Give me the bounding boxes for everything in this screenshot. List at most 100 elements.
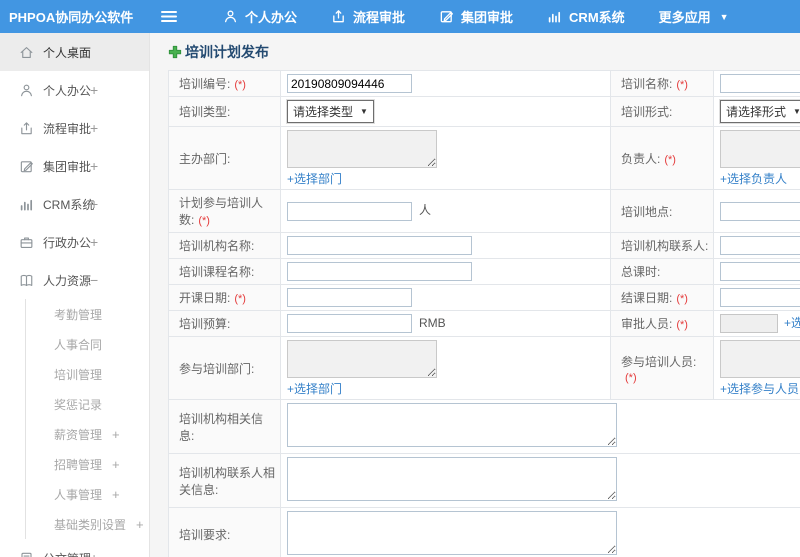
org-contact-info-textarea[interactable] [287,457,617,502]
nav-item-workflow-approval[interactable]: 流程审批 [314,0,422,33]
expand-toggle-icon[interactable]: − [90,272,98,288]
edit-icon [19,159,34,174]
training-requirements-label-cell: 培训要求: [168,507,281,557]
training-form-label-cell: 培训形式: [610,96,714,127]
sidebar-subitem-hr-contract[interactable]: 人事合同 [26,329,149,359]
add-plus-icon [168,45,182,59]
sidebar-subitem-attendance[interactable]: 考勤管理 [26,299,149,329]
select-approver-link[interactable]: +选择审批人员 [784,316,800,330]
approvers-input[interactable] [720,314,778,334]
training-form-label: 培训形式: [621,105,673,119]
org-contact-control-cell [713,232,800,259]
host-department-label: 主办部门: [179,151,231,166]
course-name-input[interactable] [287,262,472,281]
sidebar-subitem-base-category[interactable]: 基础类别设置 + [26,509,149,539]
training-type-label: 培训类型: [179,105,231,119]
participants-label-cell: 参与培训人员: (*) [610,336,714,401]
sidebar-subitem-reward-record[interactable]: 奖惩记录 [26,389,149,419]
sidebar-subitem-personnel[interactable]: 人事管理 + [26,479,149,509]
expand-toggle-icon[interactable]: + [112,427,120,442]
org-contact-input[interactable] [720,236,800,255]
participating-departments-label: 参与培训部门: [179,361,255,376]
total-hours-control-cell [713,258,800,285]
sidebar-subitem-training[interactable]: 培训管理 [26,359,149,389]
sidebar-item-personal-office[interactable]: 个人办公 + [0,71,149,109]
nav-item-label: 更多应用 [658,10,711,25]
participating-departments-textarea[interactable] [287,340,437,379]
sidebar-item-human-resources[interactable]: 人力资源 − [0,261,149,299]
select-department-link[interactable]: +选择部门 [287,382,342,396]
person-icon [19,83,34,98]
top-bar: PHPOA协同办公软件 个人办公 流程审批 集团审批 CRM系统 更多应用 ▼ [0,0,800,33]
training-location-label: 培训地点: [621,204,673,219]
sidebar-subitem-salary[interactable]: 薪资管理 + [26,419,149,449]
nav-item-group-approval[interactable]: 集团审批 [422,0,530,33]
form-row: 培训预算: RMB 审批人员:(*) +选择审批人员 [168,309,800,338]
expand-toggle-icon[interactable]: + [90,234,98,250]
required-marker: (*) [664,153,676,166]
start-date-input[interactable] [287,288,412,307]
sidebar-item-label: 流程审批 [43,121,92,136]
expand-toggle-icon[interactable]: + [112,457,120,472]
training-type-select[interactable]: 请选择类型 ▼ [286,99,375,124]
training-number-input[interactable] [287,74,412,93]
org-info-textarea[interactable] [287,403,617,448]
total-hours-input[interactable] [720,262,800,281]
end-date-label: 结课日期: [621,291,673,305]
nav-item-label: 集团审批 [461,10,514,25]
end-date-input[interactable] [720,288,800,307]
expand-toggle-icon[interactable]: + [90,120,98,136]
required-marker: (*) [234,293,246,305]
sidebar-item-workflow-approval[interactable]: 流程审批 + [0,109,149,147]
training-type-select-value: 请选择类型 [293,105,354,119]
org-name-input[interactable] [287,236,472,255]
select-department-link[interactable]: +选择部门 [287,172,342,186]
menu-toggle-button[interactable] [150,0,188,33]
select-leader-link[interactable]: +选择负责人 [720,172,787,186]
expand-toggle-icon[interactable]: + [136,517,144,532]
expand-toggle-icon[interactable]: + [90,550,98,557]
nav-item-label: 流程审批 [353,10,406,25]
sidebar: 个人桌面 个人办公 + 流程审批 + 集团审批 + CRM系统 + 行政办公 + 人力资源 − 考勤管理人… [0,33,150,557]
training-number-label-cell: 培训编号: (*) [168,70,281,97]
sidebar-subitem-label: 人事合同 [54,337,103,352]
host-department-label-cell: 主办部门: [168,126,281,190]
planned-participants-input[interactable] [287,201,412,221]
training-form-select[interactable]: 请选择形式 ▼ [719,99,800,124]
sidebar-item-label: CRM系统 [43,197,95,212]
nav-item-crm-system[interactable]: CRM系统 [530,0,642,33]
org-contact-label-cell: 培训机构联系人: [610,232,714,259]
sidebar-item-group-approval[interactable]: 集团审批 + [0,147,149,185]
sidebar-item-official-document[interactable]: 公文管理+ [0,539,149,557]
training-requirements-control-cell [280,507,800,557]
training-type-label-cell: 培训类型: [168,96,281,127]
participating-departments-control-cell: +选择部门 [280,336,611,401]
sidebar-subitem-label: 考勤管理 [54,307,103,322]
edit-icon [439,9,454,24]
org-name-label: 培训机构名称: [179,239,255,253]
sidebar-item-crm-system[interactable]: CRM系统 + [0,185,149,223]
leader-textarea[interactable] [720,130,800,168]
expand-toggle-icon[interactable]: + [90,158,98,174]
total-hours-label-cell: 总课时: [610,258,714,285]
expand-toggle-icon[interactable]: + [90,196,98,212]
training-location-input[interactable] [720,201,800,221]
page-title: 培训计划发布 [185,44,269,60]
app-logo: PHPOA协同办公软件 [9,10,134,25]
participants-textarea[interactable] [720,340,800,379]
nav-item-more-apps[interactable]: 更多应用 ▼ [642,0,746,33]
budget-input[interactable] [287,314,412,334]
home-icon [19,45,34,60]
expand-toggle-icon[interactable]: + [112,487,120,502]
select-participants-link[interactable]: +选择参与人员 [720,382,799,396]
sidebar-item-personal-desktop[interactable]: 个人桌面 [0,33,149,71]
nav-item-personal-office[interactable]: 个人办公 [206,0,314,33]
expand-toggle-icon[interactable]: + [90,82,98,98]
training-requirements-textarea[interactable] [287,511,617,556]
sidebar-item-label: 公文管理 [43,550,91,557]
training-name-input[interactable] [720,74,800,93]
host-department-textarea[interactable] [287,130,437,168]
sidebar-subitem-recruitment[interactable]: 招聘管理 + [26,449,149,479]
host-department-control-cell: +选择部门 [280,126,611,190]
sidebar-item-admin-office[interactable]: 行政办公 + [0,223,149,261]
